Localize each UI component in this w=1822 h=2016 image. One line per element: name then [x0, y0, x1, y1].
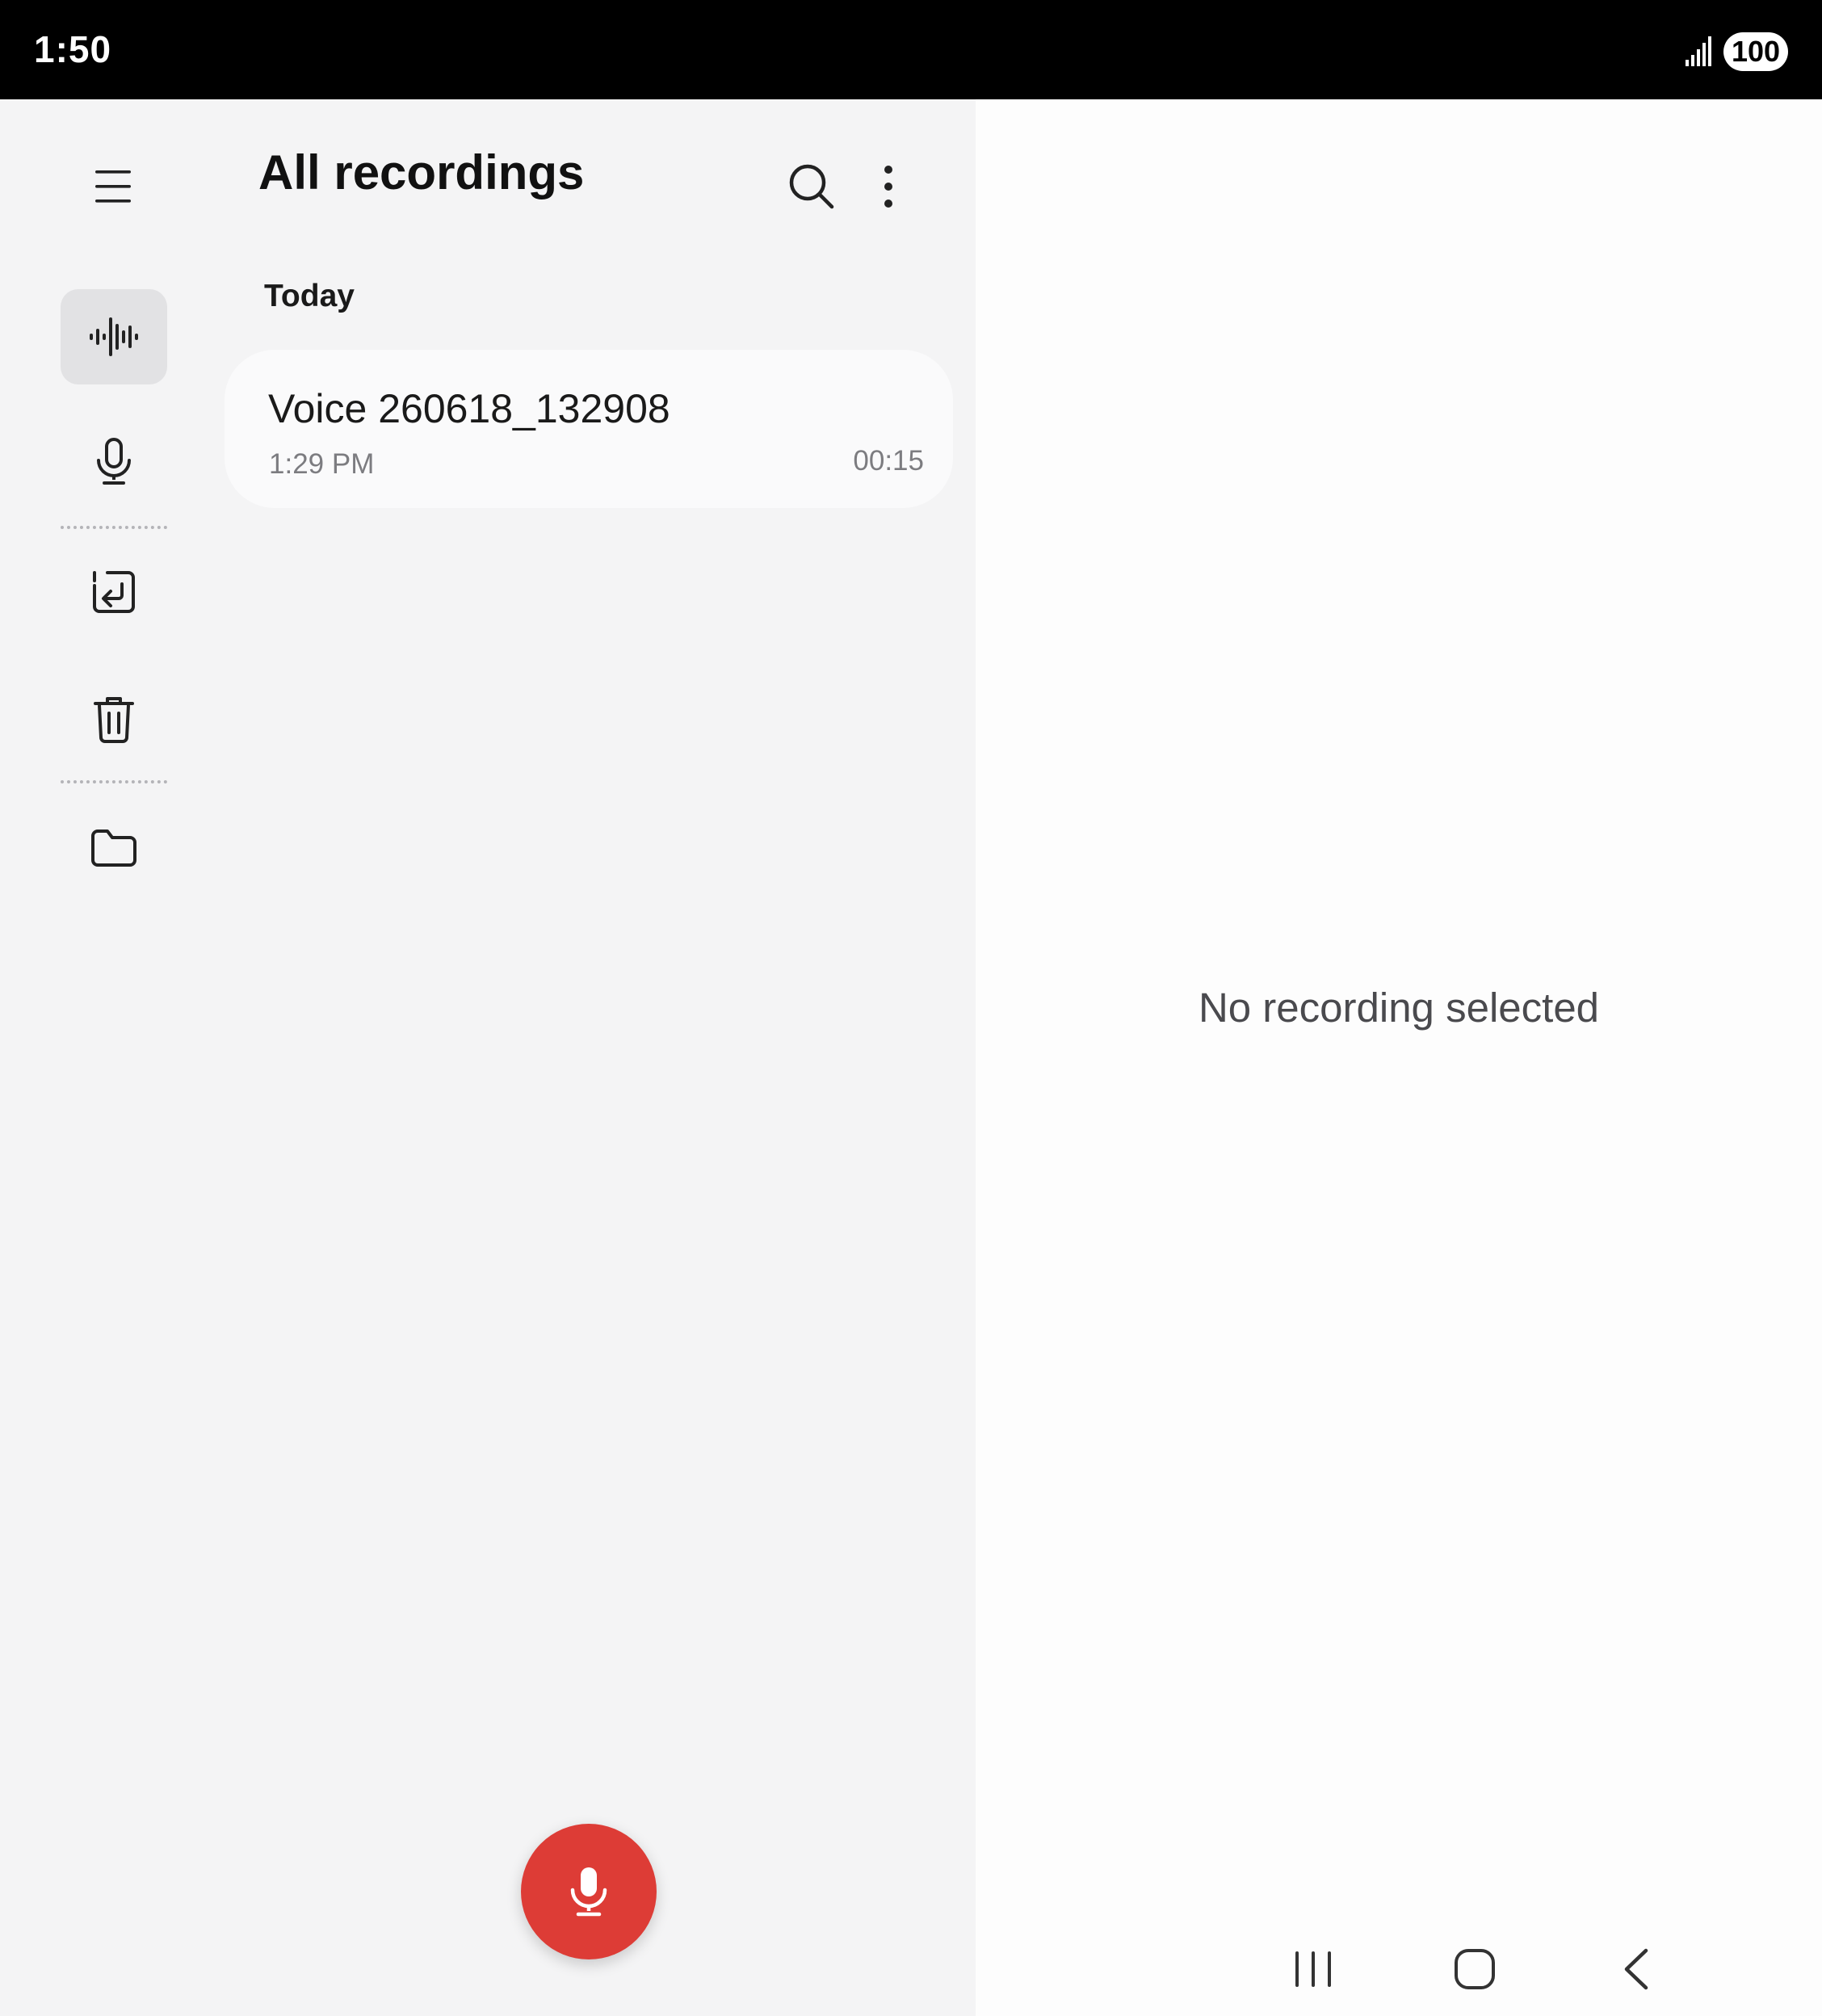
- recordings-list-pane: All recordings Today Voice 260618_132908…: [0, 99, 976, 2016]
- section-header-today: Today: [264, 279, 355, 313]
- menu-button[interactable]: [73, 146, 153, 227]
- folder-icon: [91, 830, 136, 867]
- recording-duration: 00:15: [853, 445, 924, 477]
- trash-icon: [94, 697, 134, 743]
- rail-item-import[interactable]: [61, 544, 167, 640]
- back-button[interactable]: [1588, 1922, 1685, 2016]
- home-button[interactable]: [1426, 1922, 1523, 2016]
- rail-divider: [61, 780, 167, 783]
- search-button[interactable]: [767, 146, 856, 227]
- system-nav-bar: [976, 1922, 1822, 2016]
- rail-item-folders[interactable]: [61, 800, 167, 896]
- rail-divider: [61, 526, 167, 529]
- rail-item-trash[interactable]: [61, 672, 167, 767]
- recording-time: 1:29 PM: [269, 448, 375, 480]
- microphone-icon: [570, 1867, 607, 1917]
- back-icon: [1624, 1948, 1648, 1990]
- recents-icon: [1295, 1951, 1331, 1987]
- waveform-icon: [90, 317, 138, 356]
- battery-badge: 100: [1723, 32, 1788, 71]
- rail-item-all-recordings[interactable]: [61, 289, 167, 384]
- recents-button[interactable]: [1265, 1922, 1362, 2016]
- hamburger-menu-icon: [95, 170, 131, 203]
- empty-state-text: No recording selected: [1198, 985, 1600, 1031]
- rail-item-record[interactable]: [61, 414, 167, 510]
- microphone-icon: [97, 438, 131, 485]
- more-vert-icon: [884, 166, 892, 208]
- status-time: 1:50: [34, 28, 112, 70]
- cellular-signal-icon: [1686, 36, 1711, 66]
- home-icon: [1455, 1949, 1495, 1989]
- recording-title: Voice 260618_132908: [268, 386, 670, 431]
- record-fab-button[interactable]: [521, 1824, 657, 1959]
- import-icon: [93, 571, 135, 613]
- status-bar: 1:50 100: [0, 0, 1822, 99]
- more-options-button[interactable]: [848, 146, 929, 227]
- recording-detail-pane: No recording selected: [976, 99, 1822, 2016]
- page-title: All recordings: [258, 145, 585, 200]
- search-icon: [789, 164, 834, 209]
- recording-list-item[interactable]: Voice 260618_132908 1:29 PM 00:15: [225, 350, 953, 508]
